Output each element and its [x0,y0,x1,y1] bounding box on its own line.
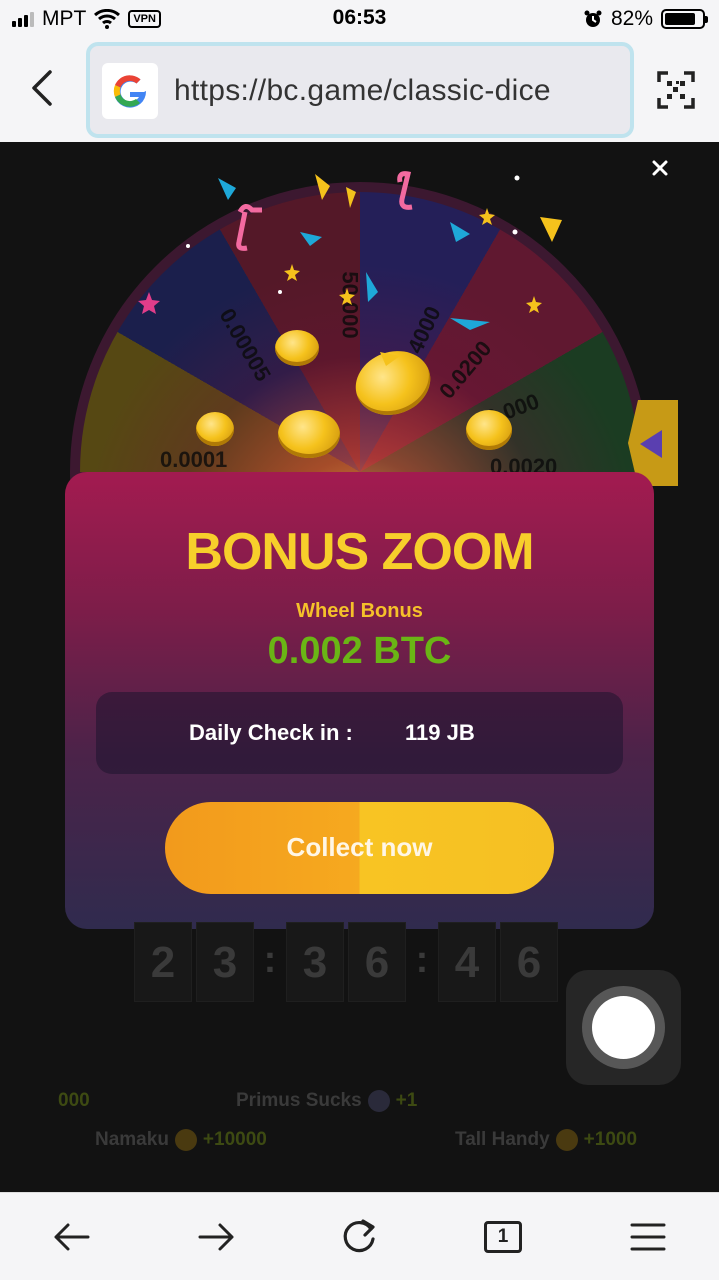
winner-ticker-item: 000 [58,1090,90,1112]
coin-icon [555,1129,578,1151]
address-bar[interactable]: https://bc.game/classic-dice [86,42,634,138]
bonus-amount: 0.002 BTC [267,630,452,672]
winner-ticker-item: Tall Handy +1000 [455,1129,637,1151]
page-content: 0.00005 50.000 4000 0.0200 0.000 0.0001 … [0,142,719,1192]
menu-icon[interactable] [626,1215,670,1259]
browser-toolbar: 1 [0,1192,719,1280]
ticker-amount: +10000 [202,1129,267,1151]
url-text: https://bc.game/classic-dice [174,74,551,107]
status-right: 82% [583,7,708,31]
countdown-separator: : [415,939,429,981]
modal-subtitle: Wheel Bonus [296,600,423,622]
checkin-value: 119 JB [405,720,475,745]
chevron-left-icon[interactable] [24,68,60,108]
countdown-digit: 2 [134,922,192,1002]
arrow-right-icon[interactable] [194,1215,238,1259]
confetti-decoration [138,171,562,366]
ticker-amount: 000 [58,1090,90,1111]
countdown-timer: 2 3 : 3 6 : 4 6 [134,922,558,1002]
qr-scan-icon[interactable] [656,70,696,110]
ticker-amount: +1000 [583,1129,638,1151]
coin-icon [174,1129,197,1151]
collect-now-button[interactable]: Collect now [165,802,554,894]
close-icon[interactable] [646,154,674,182]
coin-icon [367,1090,390,1112]
reload-icon[interactable] [337,1215,381,1259]
browser-address-row: https://bc.game/classic-dice [0,40,719,142]
collect-now-label: Collect now [286,832,433,862]
countdown-digit: 6 [348,922,406,1002]
checkin-label: Daily Check in : [189,720,353,745]
battery-percent: 82% [610,7,653,30]
battery-icon [661,9,708,29]
alarm-icon [584,10,602,27]
ticker-username: Primus Sucks [236,1090,362,1112]
status-bar: MPT VPN 06:53 82% [0,0,719,40]
countdown-digit: 3 [196,922,254,1002]
assistive-touch-button[interactable] [566,970,681,1085]
assistive-dot [592,996,655,1059]
google-g-icon [102,63,158,119]
countdown-digit: 3 [286,922,344,1002]
countdown-digit: 6 [500,922,558,1002]
daily-checkin-panel: Daily Check in : 119 JB [96,692,623,774]
countdown-separator: : [263,939,277,981]
ticker-username: Namaku [95,1129,169,1151]
tabs-button[interactable]: 1 [484,1221,522,1253]
countdown-digit: 4 [438,922,496,1002]
ticker-amount: +1 [395,1090,418,1112]
arrow-left-icon[interactable] [50,1215,94,1259]
winner-ticker-item: Namaku +10000 [95,1129,267,1151]
ticker-username: Tall Handy [455,1129,550,1151]
winner-ticker-item: Primus Sucks +1 [236,1090,417,1112]
modal-title: BONUS ZOOM [185,523,534,581]
battery-level [665,13,695,25]
